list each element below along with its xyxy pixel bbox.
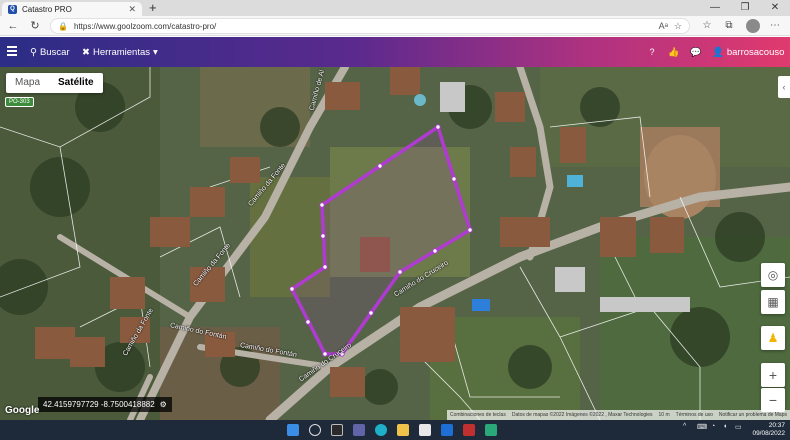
new-tab-button[interactable]: + [149,1,157,15]
url-text: https://www.goolzoom.com/catastro-pro/ [73,21,217,31]
buscar-button[interactable]: ⚲ Buscar [30,45,70,59]
chat-icon[interactable] [353,424,365,436]
chat-icon[interactable]: 💬 [690,46,702,58]
herramientas-label: Herramientas [92,46,150,58]
mail-icon[interactable] [441,424,453,436]
minimize-icon[interactable]: — [700,0,730,16]
buscar-label: Buscar [39,46,70,58]
attribution-report[interactable]: Notificar un problema de Maps [719,410,787,420]
refresh-icon[interactable]: ↻ [28,19,42,33]
collections-icon[interactable]: ⧉ [722,19,736,33]
q-logo-icon: Q [8,4,17,14]
map-attribution: Combinaciones de teclas Datos de mapas ©… [446,410,790,420]
map-type-mapa[interactable]: Mapa [6,73,49,93]
search-icon[interactable] [309,424,321,436]
clock-date: 09/08/2022 [752,430,785,437]
edge-icon[interactable] [375,424,387,436]
back-icon[interactable]: ← [6,19,20,33]
coordinates-readout: 42.4159797729 -8.7500418882 ⚙ [38,397,172,412]
browser-tab[interactable]: Q Catastro PRO ✕ [2,2,142,16]
address-row: ← ↻ 🔒 https://www.goolzoom.com/catastro-… [0,16,790,36]
clock-time: 20:37 [768,422,785,429]
file-explorer-icon[interactable] [397,424,409,436]
favorite-star-icon[interactable]: ☆ [674,21,682,32]
search-icon: ⚲ [30,46,37,58]
app-header: ⚲ Buscar ✖ Herramientas ▾ ? 👍 💬 👤 barros… [0,37,790,67]
browser-tabstrip: Q Catastro PRO ✕ + — ❐ ✕ [0,0,790,16]
store-icon[interactable] [419,424,431,436]
my-location-icon[interactable]: ◎ [761,263,785,287]
user-label: barrosacouso [726,46,785,58]
address-bar[interactable]: 🔒 https://www.goolzoom.com/catastro-pro/… [50,18,690,34]
attribution-scale[interactable]: 10 m [659,410,670,420]
profile-avatar-icon[interactable] [746,19,760,33]
attribution-data: Datos de mapas ©2022 Imágenes ©2022 , Ma… [511,412,653,418]
lock-icon: 🔒 [58,21,68,31]
language-icon[interactable]: ⌨ [697,423,707,431]
task-view-icon[interactable] [331,424,343,436]
map-imagery [0,67,790,420]
wifi-icon[interactable]: ◔ [711,423,715,430]
windows-taskbar: ^ ⌨ ◔ ◖ ▭ 20:37 09/08/2022 [0,420,790,440]
chevron-up-icon[interactable]: ^ [683,423,686,430]
tab-title: Catastro PRO [22,4,72,14]
layers-grid-icon[interactable]: ▦ [761,290,785,314]
favorites-icon[interactable]: ☆ [700,19,714,33]
panel-toggle-icon[interactable]: ‹ [778,76,790,98]
battery-icon[interactable]: ▭ [735,423,742,431]
user-menu-button[interactable]: 👤 barrosacouso [712,45,784,59]
help-icon[interactable]: ? [646,46,658,58]
close-tab-icon[interactable]: ✕ [128,4,136,15]
street-view-pegman-icon[interactable]: ♟ [761,326,785,350]
attribution-shortcuts[interactable]: Combinaciones de teclas [450,410,506,420]
hamburger-menu-icon[interactable] [7,46,17,58]
road-badge: PO-303 [5,97,34,107]
more-menu-icon[interactable]: ⋯ [768,19,782,33]
read-aloud-icon[interactable]: Aᵃ [659,21,668,31]
app-icon[interactable] [463,424,475,436]
app-icon[interactable] [485,424,497,436]
zoom-out-button[interactable]: − [761,388,785,412]
herramientas-button[interactable]: ✖ Herramientas ▾ [82,45,158,59]
volume-icon[interactable]: ◖ [723,423,727,430]
map-type-satelite[interactable]: Satélite [49,73,103,93]
settings-icon[interactable]: ⚙ [160,397,167,412]
map-type-toggle: Mapa Satélite [6,73,103,93]
thumbs-up-icon[interactable]: 👍 [668,46,680,58]
coordinates-text: 42.4159797729 -8.7500418882 [43,400,155,409]
google-logo: Google [5,405,40,416]
chevron-down-icon: ▾ [153,46,158,58]
close-window-icon[interactable]: ✕ [760,0,790,16]
attribution-terms[interactable]: Términos de uso [676,410,713,420]
maximize-icon[interactable]: ❐ [730,0,760,16]
user-icon: 👤 [712,46,724,58]
windows-start-icon[interactable] [287,424,299,436]
zoom-in-button[interactable]: + [761,363,785,387]
taskbar-clock[interactable]: 20:37 09/08/2022 [745,422,785,438]
tools-icon: ✖ [82,46,90,58]
satellite-map[interactable]: Camiño da Fonte Camiño da Fonte Camiño d… [0,67,790,420]
